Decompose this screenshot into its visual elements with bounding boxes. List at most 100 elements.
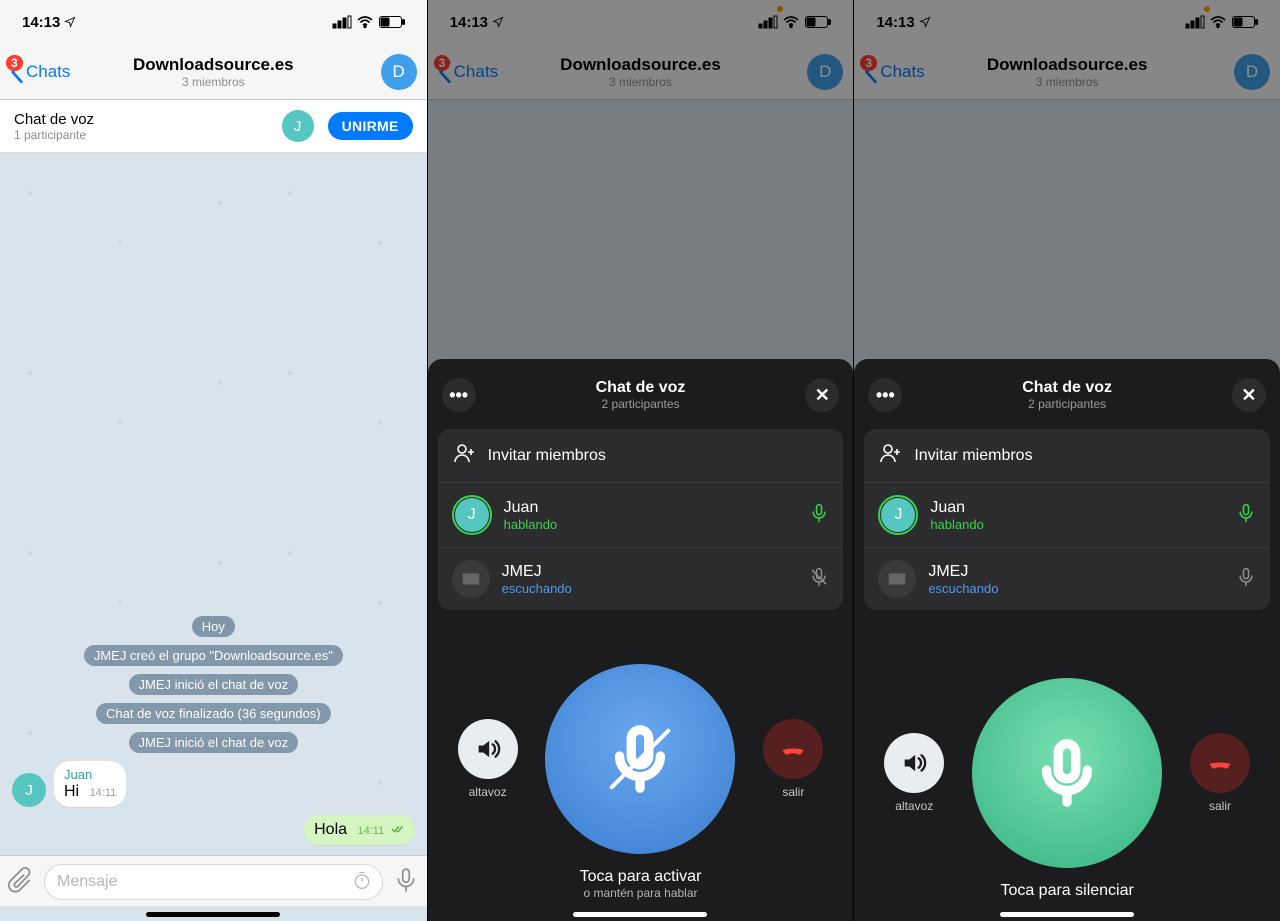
home-indicator[interactable]: [573, 912, 707, 917]
mute-caption-line1: Toca para activar: [438, 868, 844, 886]
participant-avatar: J: [455, 498, 489, 532]
back-button[interactable]: 3 Chats: [10, 61, 70, 83]
participant-name: Juan: [504, 499, 558, 517]
speaker-button[interactable]: altavoz: [458, 719, 518, 799]
mic-on-icon: [809, 502, 829, 529]
invite-label: Invitar miembros: [914, 447, 1032, 465]
home-indicator[interactable]: [1000, 912, 1134, 917]
sender-name: Juan: [64, 767, 116, 782]
invite-icon: [878, 441, 902, 470]
sheet-subtitle: 2 participantes: [596, 397, 686, 411]
join-button[interactable]: UNIRME: [328, 112, 413, 140]
mute-toggle-button[interactable]: [972, 678, 1162, 868]
speaker-icon: [900, 749, 928, 777]
close-button[interactable]: ✕: [805, 378, 839, 412]
invite-row[interactable]: Invitar miembros: [864, 429, 1270, 482]
unread-badge: 3: [6, 55, 23, 71]
input-placeholder: Mensaje: [57, 873, 117, 891]
mute-caption-line1: Toca para silenciar: [864, 882, 1270, 900]
mic-icon[interactable]: [393, 867, 419, 898]
message-bubble-out[interactable]: Hola 14:11: [304, 815, 415, 845]
speaker-button[interactable]: altavoz: [884, 733, 944, 813]
message-time: 14:11: [357, 825, 384, 837]
voice-chat-banner: Chat de voz 1 participante J UNIRME: [0, 100, 427, 153]
leave-label: salir: [782, 785, 804, 799]
system-message: JMEJ inició el chat de voz: [129, 674, 299, 695]
more-button[interactable]: •••: [868, 378, 902, 412]
sheet-subtitle: 2 participantes: [1022, 397, 1112, 411]
voice-chat-sheet: ••• Chat de voz 2 participantes ✕ Invita…: [428, 359, 854, 921]
participant-avatar: [878, 560, 916, 598]
status-icons: [333, 16, 405, 28]
date-pill: Hoy: [192, 616, 235, 637]
participant-status: escuchando: [928, 581, 998, 596]
status-time: 14:13: [22, 14, 60, 31]
sheet-title: Chat de voz: [596, 379, 686, 397]
participants-card: Invitar miembros J Juanhablando JMEJescu…: [864, 429, 1270, 610]
hangup-icon: [779, 735, 807, 763]
mic-on-icon: [1236, 502, 1256, 529]
participant-status: escuchando: [502, 581, 572, 596]
invite-row[interactable]: Invitar miembros: [438, 429, 844, 482]
vc-banner-sub: 1 participante: [14, 128, 94, 142]
hangup-icon: [1206, 749, 1234, 777]
read-checks-icon: [391, 824, 405, 834]
vc-participant-avatar: J: [282, 110, 314, 142]
battery-icon: [379, 16, 405, 28]
screen-chat: 14:13 3 Chats Downloadsource.es 3 miembr…: [0, 0, 427, 921]
mute-caption-line2: o mantén para hablar: [438, 886, 844, 900]
sheet-title: Chat de voz: [1022, 379, 1112, 397]
speaking-pulse: J: [878, 495, 918, 535]
participant-row[interactable]: JMEJescuchando: [438, 547, 844, 610]
voice-controls: altavoz salir: [864, 660, 1270, 872]
message-time: 14:11: [90, 787, 117, 799]
close-button[interactable]: ✕: [1232, 378, 1266, 412]
speaking-pulse: J: [452, 495, 492, 535]
message-bubble-in[interactable]: Juan Hi 14:11: [54, 761, 126, 807]
mute-toggle-button[interactable]: [545, 664, 735, 854]
leave-button[interactable]: salir: [1190, 733, 1250, 813]
participant-row[interactable]: JMEJescuchando: [864, 547, 1270, 610]
participants-card: Invitar miembros J Juanhablando JMEJescu…: [438, 429, 844, 610]
participant-status: hablando: [930, 517, 984, 532]
system-message: Chat de voz finalizado (36 segundos): [96, 703, 331, 724]
participant-row[interactable]: J Juanhablando: [438, 482, 844, 547]
chat-navbar: 3 Chats Downloadsource.es 3 miembros D: [0, 44, 427, 100]
chat-body[interactable]: Hoy JMEJ creó el grupo "Downloadsource.e…: [0, 153, 427, 855]
participant-row[interactable]: J Juanhablando: [864, 482, 1270, 547]
system-message: JMEJ creó el grupo "Downloadsource.es": [84, 645, 343, 666]
status-bar: 14:13: [0, 0, 427, 44]
message-row-out: Hola 14:11: [0, 811, 427, 849]
invite-icon: [452, 441, 476, 470]
speaker-icon: [474, 735, 502, 763]
participant-avatar: J: [881, 498, 915, 532]
participant-avatar: [452, 560, 490, 598]
timer-icon[interactable]: [352, 870, 372, 895]
vc-banner-title: Chat de voz: [14, 111, 94, 128]
system-message: JMEJ inició el chat de voz: [129, 732, 299, 753]
more-button[interactable]: •••: [442, 378, 476, 412]
invite-label: Invitar miembros: [488, 447, 606, 465]
screen-voice-muted: 14:13 3Chats Downloadsource.es3 miembros…: [427, 0, 854, 921]
participant-name: JMEJ: [928, 563, 998, 581]
home-indicator[interactable]: [146, 912, 280, 917]
participant-name: JMEJ: [502, 563, 572, 581]
message-input[interactable]: Mensaje: [44, 864, 383, 900]
message-text: Hola: [314, 821, 347, 838]
group-avatar[interactable]: D: [381, 54, 417, 90]
back-label: Chats: [26, 62, 70, 82]
speaker-label: altavoz: [895, 799, 933, 813]
speaker-label: altavoz: [469, 785, 507, 799]
attach-icon[interactable]: [8, 867, 34, 898]
leave-button[interactable]: salir: [763, 719, 823, 799]
message-row-in: J Juan Hi 14:11: [0, 757, 427, 811]
cellular-icon: [333, 16, 351, 28]
voice-controls: altavoz salir: [438, 646, 844, 858]
voice-chat-sheet: ••• Chat de voz 2 participantes ✕ Invita…: [854, 359, 1280, 921]
wifi-icon: [357, 16, 373, 28]
mic-icon: [1032, 738, 1102, 808]
sender-avatar[interactable]: J: [12, 773, 46, 807]
input-bar: Mensaje: [0, 855, 427, 906]
leave-label: salir: [1209, 799, 1231, 813]
screen-voice-active: 14:13 3Chats Downloadsource.es3 miembros…: [853, 0, 1280, 921]
